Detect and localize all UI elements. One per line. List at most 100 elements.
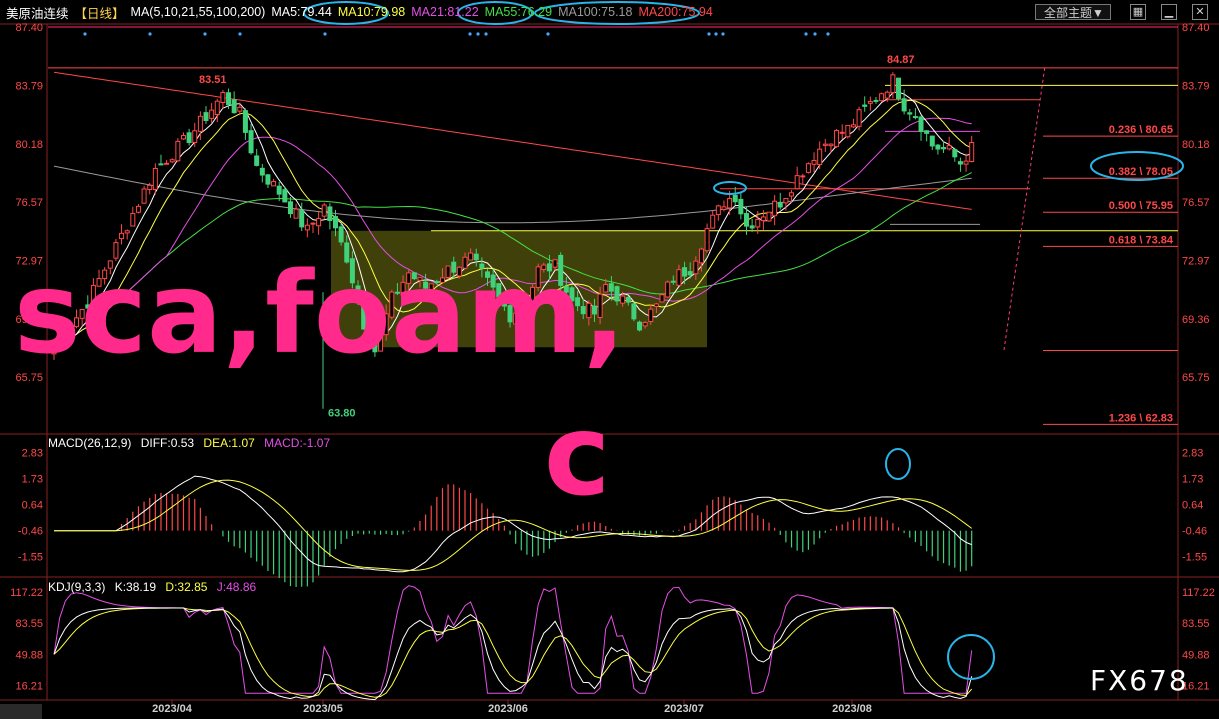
candle-down <box>907 112 913 115</box>
candle-up <box>850 124 856 128</box>
kdj-params: KDJ(9,3,3) <box>48 580 106 594</box>
candle-up <box>721 206 727 211</box>
kdj-tick-right: 49.88 <box>1182 649 1210 661</box>
candle-up <box>147 184 153 191</box>
candle-down <box>941 146 947 150</box>
candle-down <box>929 135 935 147</box>
candle-down <box>242 110 248 133</box>
kdj-tick-left: 16.21 <box>15 681 43 693</box>
kdj-tick-right: 83.55 <box>1182 618 1210 630</box>
price-tick-right: 65.75 <box>1182 372 1210 384</box>
kdj-tick-left: 49.88 <box>15 649 43 661</box>
candle-down <box>282 189 288 203</box>
candle-down <box>259 167 265 176</box>
candle-down <box>918 116 924 132</box>
candle-up <box>192 130 198 143</box>
candle-up <box>271 181 277 187</box>
macd-tick-left: -0.46 <box>18 526 43 538</box>
high-price-label: 83.51 <box>199 74 227 86</box>
minimize-icon[interactable]: ▁ <box>1161 4 1177 20</box>
candle-down <box>749 225 755 229</box>
candle-down <box>952 149 958 158</box>
candle-down <box>186 132 192 144</box>
period-label[interactable]: 【日线】 <box>75 3 125 22</box>
macd-tick-left: 2.83 <box>22 448 43 460</box>
candle-up <box>890 74 896 94</box>
candle-down <box>743 213 749 227</box>
grid-icon[interactable]: ▦ <box>1130 4 1146 20</box>
candle-down <box>738 198 744 215</box>
chart-root[interactable]: 0.236 \ 80.65 0.382 \ 78.05 0.500 \ 75.95 0… <box>0 0 1219 719</box>
fx678-watermark: FX678 <box>1090 664 1189 697</box>
candle-down <box>299 209 305 228</box>
candle-down <box>682 267 688 277</box>
kdj-j: J:48.86 <box>216 580 257 594</box>
close-icon[interactable]: ✕ <box>1192 4 1208 20</box>
candle-down <box>777 201 783 208</box>
candle-up <box>304 224 310 231</box>
signal-dot <box>484 32 488 36</box>
fib-label: 0.382 \ 78.05 <box>1109 166 1173 178</box>
ma-params: MA(5,10,21,55,100,200) <box>130 5 266 19</box>
candle-up <box>800 175 806 178</box>
candle-up <box>969 142 975 163</box>
candle-down <box>248 130 254 154</box>
candle-up <box>175 140 181 162</box>
candle-up <box>817 148 823 165</box>
candle-up <box>884 91 890 99</box>
macd-tick-right: 1.73 <box>1182 474 1203 486</box>
candle-up <box>867 101 873 104</box>
candle-up <box>727 198 733 209</box>
candle-down <box>873 99 879 102</box>
candle-up <box>704 228 710 252</box>
candle-up <box>119 232 125 240</box>
macd-params: MACD(26,12,9) <box>48 436 132 450</box>
candle-down <box>338 226 344 243</box>
candle-up <box>811 159 817 165</box>
candle-up <box>772 200 778 217</box>
candle-up <box>135 205 141 213</box>
macd-dea: DEA:1.07 <box>203 436 255 450</box>
price-tick-left: 76.57 <box>15 197 43 209</box>
price-tick-right: 76.57 <box>1182 197 1210 209</box>
price-tick-left: 83.79 <box>15 80 43 92</box>
macd-tick-left: 1.73 <box>22 474 43 486</box>
candle-down <box>158 163 164 166</box>
kdj-tick-left: 117.22 <box>10 587 43 599</box>
macd-tick-left: -1.55 <box>18 552 43 564</box>
candle-up <box>180 135 186 140</box>
signal-dot <box>83 32 87 36</box>
candle-up <box>659 294 665 303</box>
candle-up <box>164 162 170 165</box>
scroll-marker <box>0 704 42 719</box>
candle-down <box>957 161 963 165</box>
macd-tick-right: -1.55 <box>1182 552 1207 564</box>
candle-up <box>963 160 969 165</box>
macd-tick-right: -0.46 <box>1182 526 1207 538</box>
candle-up <box>209 109 215 119</box>
candle-up <box>710 214 716 229</box>
fib-label: 0.236 \ 80.65 <box>1109 124 1173 136</box>
theme-dropdown-button[interactable]: 全部主题▼ <box>1035 4 1111 20</box>
candle-up <box>141 188 147 204</box>
signal-dot <box>826 32 830 36</box>
candle-down <box>254 155 260 166</box>
candle-up <box>152 167 158 190</box>
candle-down <box>333 216 338 229</box>
overlay-text-line1: sca,foam, <box>14 249 626 379</box>
signal-dot <box>203 32 207 36</box>
candle-down <box>276 185 282 195</box>
ma21-value: MA21:81.22 <box>411 5 479 19</box>
instrument-title[interactable]: 美原油连续 <box>6 3 69 22</box>
candle-down <box>625 297 631 303</box>
candle-up <box>214 100 220 115</box>
signal-dot <box>238 32 242 36</box>
candle-up <box>130 213 136 227</box>
candle-up <box>794 175 800 190</box>
candle-up <box>316 217 322 227</box>
price-tick-right: 80.18 <box>1182 139 1210 151</box>
signal-dot <box>707 32 711 36</box>
signal-dot <box>714 32 718 36</box>
candle-down <box>265 174 271 185</box>
kdj-k: K:38.19 <box>114 580 157 594</box>
